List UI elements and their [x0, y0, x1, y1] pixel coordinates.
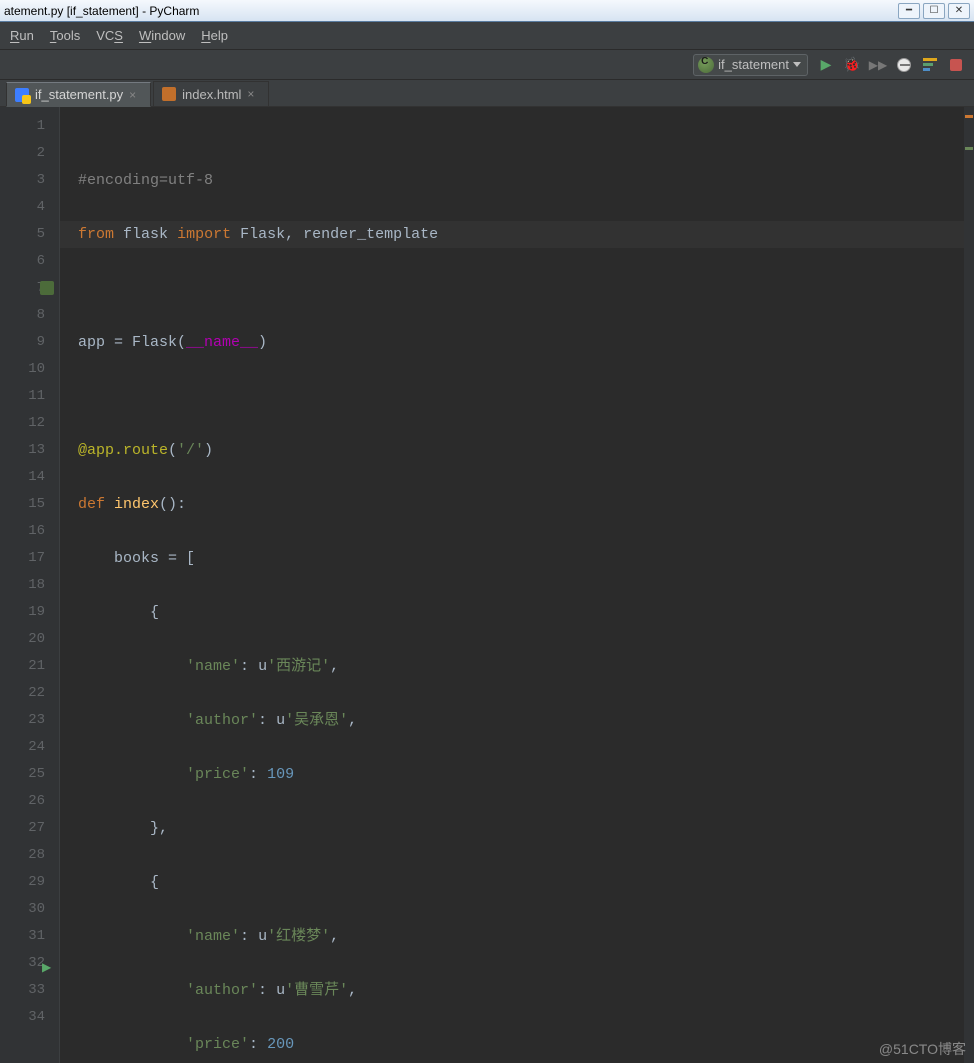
line-number[interactable]: 25: [0, 761, 45, 788]
line-number[interactable]: 4: [0, 194, 45, 221]
python-file-icon: [15, 88, 29, 102]
line-number[interactable]: 11: [0, 383, 45, 410]
menu-vcs[interactable]: VCS: [90, 26, 129, 45]
line-number[interactable]: 13: [0, 437, 45, 464]
line-number[interactable]: 1: [0, 113, 45, 140]
watermark: @51CTO博客: [879, 1039, 966, 1059]
line-number[interactable]: 34: [0, 1004, 45, 1031]
stop-button[interactable]: [948, 57, 964, 73]
tab-label: if_statement.py: [35, 87, 123, 102]
line-number[interactable]: 21: [0, 653, 45, 680]
line-number[interactable]: 8: [0, 302, 45, 329]
line-number[interactable]: 26: [0, 788, 45, 815]
line-number[interactable]: 15: [0, 491, 45, 518]
line-number[interactable]: 24: [0, 734, 45, 761]
line-number[interactable]: 29: [0, 869, 45, 896]
line-number[interactable]: 19: [0, 599, 45, 626]
line-number[interactable]: 17: [0, 545, 45, 572]
window-titlebar: atement.py [if_statement] - PyCharm ━ ☐ …: [0, 0, 974, 22]
line-number[interactable]: 7: [0, 275, 45, 302]
close-window-button[interactable]: ✕: [948, 3, 970, 19]
window-controls: ━ ☐ ✕: [898, 3, 970, 19]
line-number[interactable]: 22: [0, 680, 45, 707]
maximize-button[interactable]: ☐: [923, 3, 945, 19]
line-number[interactable]: 5: [0, 221, 45, 248]
debug-button[interactable]: 🐞: [844, 57, 860, 73]
marker-strip[interactable]: [964, 107, 974, 1063]
menu-help[interactable]: Help: [195, 26, 234, 45]
line-number[interactable]: 12: [0, 410, 45, 437]
line-number[interactable]: 6: [0, 248, 45, 275]
python-config-icon: [698, 57, 714, 73]
menu-tools[interactable]: Tools: [44, 26, 86, 45]
line-number[interactable]: 28: [0, 842, 45, 869]
line-number[interactable]: 20: [0, 626, 45, 653]
minimize-button[interactable]: ━: [898, 3, 920, 19]
code-area[interactable]: #encoding=utf-8 from flask import Flask,…: [60, 107, 974, 1063]
profile-button[interactable]: [896, 57, 912, 73]
tab-if-statement[interactable]: if_statement.py ×: [6, 82, 151, 107]
tab-index-html[interactable]: index.html ×: [153, 81, 269, 106]
line-number[interactable]: 14: [0, 464, 45, 491]
chevron-down-icon: [793, 62, 801, 67]
line-number[interactable]: 23: [0, 707, 45, 734]
line-number[interactable]: 9: [0, 329, 45, 356]
line-number[interactable]: 18: [0, 572, 45, 599]
run-configuration-selector[interactable]: if_statement: [693, 54, 808, 76]
html-template-gutter-icon[interactable]: [40, 281, 54, 295]
line-number[interactable]: 31: [0, 923, 45, 950]
editor-tabs: if_statement.py × index.html ×: [0, 80, 974, 107]
line-number[interactable]: 16: [0, 518, 45, 545]
run-toolbar: if_statement ▶ 🐞 ▶▶: [0, 50, 974, 80]
window-title: atement.py [if_statement] - PyCharm: [4, 4, 199, 18]
line-number[interactable]: 32: [0, 950, 45, 977]
gutter[interactable]: ▶ 12345678910111213141516171819202122232…: [0, 107, 60, 1063]
search-everywhere-button[interactable]: [922, 57, 938, 73]
run-gutter-icon[interactable]: ▶: [42, 955, 51, 982]
html-file-icon: [162, 87, 176, 101]
marker[interactable]: [965, 147, 973, 150]
close-tab-icon[interactable]: ×: [247, 87, 254, 101]
tab-label: index.html: [182, 87, 241, 102]
line-number[interactable]: 30: [0, 896, 45, 923]
line-number[interactable]: 2: [0, 140, 45, 167]
line-number[interactable]: 10: [0, 356, 45, 383]
run-button[interactable]: ▶: [818, 57, 834, 73]
menu-window[interactable]: Window: [133, 26, 191, 45]
close-tab-icon[interactable]: ×: [129, 88, 136, 102]
run-coverage-button[interactable]: ▶▶: [870, 57, 886, 73]
menu-run[interactable]: Run: [4, 26, 40, 45]
line-number[interactable]: 3: [0, 167, 45, 194]
editor: ▶ 12345678910111213141516171819202122232…: [0, 107, 974, 1063]
code-text: #encoding=utf-8: [78, 172, 213, 189]
line-number[interactable]: 33: [0, 977, 45, 1004]
main-menu: Run Tools VCS Window Help: [0, 22, 974, 50]
line-number[interactable]: 27: [0, 815, 45, 842]
warning-marker[interactable]: [965, 115, 973, 118]
run-configuration-label: if_statement: [718, 57, 789, 72]
